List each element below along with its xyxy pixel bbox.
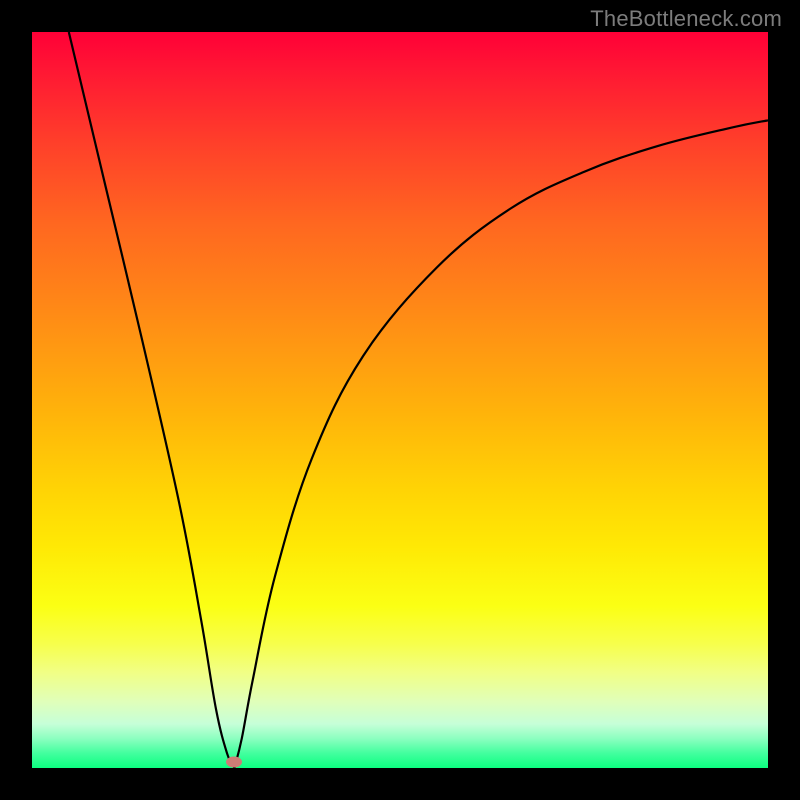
chart-frame: TheBottleneck.com — [0, 0, 800, 800]
watermark-text: TheBottleneck.com — [590, 6, 782, 32]
curve-right-branch — [234, 120, 768, 768]
bottleneck-curve — [32, 32, 768, 768]
plot-area — [32, 32, 768, 768]
curve-left-branch — [69, 32, 235, 768]
minimum-marker — [226, 757, 242, 768]
